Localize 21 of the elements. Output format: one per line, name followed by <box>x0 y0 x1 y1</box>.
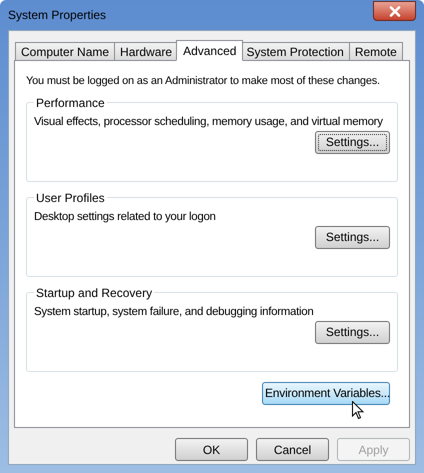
group-description: Visual effects, processor scheduling, memory usage, and virtual memory <box>34 114 383 130</box>
settings-button[interactable]: Settings... <box>315 130 390 154</box>
tab[interactable]: Hardware <box>114 42 178 60</box>
settings-button[interactable]: Settings... <box>315 320 390 344</box>
group-description: System startup, system failure, and debugging information <box>34 304 314 320</box>
dialog-button[interactable]: Cancel <box>256 438 329 461</box>
tab[interactable]: Remote <box>348 42 403 60</box>
close-icon <box>388 6 400 16</box>
cursor-icon <box>352 400 364 420</box>
group-title: Startup and Recovery <box>35 284 154 302</box>
notice-text: You must be logged on as an Administrator to make most of these changes. <box>26 74 380 89</box>
tab[interactable]: Computer Name <box>15 42 116 60</box>
group-title: User Profiles <box>35 190 106 206</box>
tab[interactable]: Advanced <box>176 40 244 61</box>
tab[interactable]: System Protection <box>240 42 350 60</box>
group-title: Performance <box>35 94 106 112</box>
close-button[interactable] <box>373 1 416 21</box>
group-description: Desktop settings related to your logon <box>34 210 216 224</box>
settings-button[interactable]: Settings... <box>315 226 390 249</box>
dialog-button[interactable]: OK <box>175 438 248 461</box>
window-title: System Properties <box>8 7 106 24</box>
